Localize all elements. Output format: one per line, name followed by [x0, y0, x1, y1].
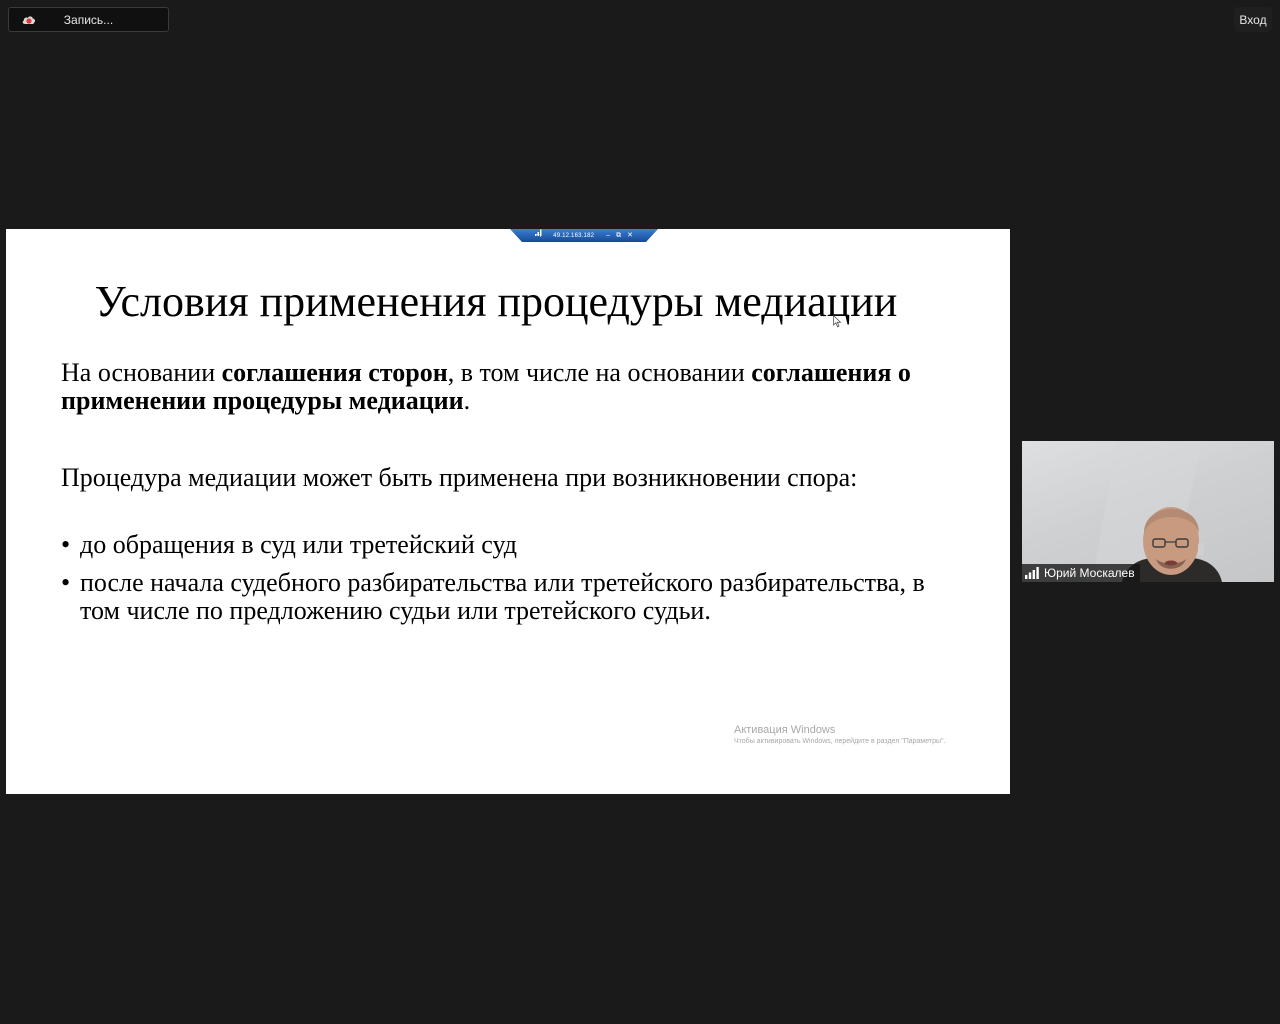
slide-bullet: • после начала судебного разбирательства…: [61, 569, 961, 625]
slide-paragraph-dispute: Процедура медиации может быть применена …: [61, 463, 858, 492]
close-icon[interactable]: ✕: [627, 232, 633, 239]
shared-screen: ⊣ 49.12.163.182 – ⧉ ✕ Условия применения…: [6, 229, 1010, 794]
login-button[interactable]: Вход: [1234, 7, 1272, 32]
participant-video-image: [1092, 441, 1222, 582]
participant-name: Юрий Москалев: [1044, 566, 1135, 580]
p1-text-e: .: [463, 386, 471, 415]
restore-icon[interactable]: ⧉: [616, 232, 621, 239]
bullet-marker: •: [61, 568, 71, 597]
slide-paragraph-agreement: На основании соглашения сторон, в том чи…: [61, 359, 961, 415]
bullet-marker: •: [61, 530, 71, 559]
signal-strength-icon: [1025, 567, 1039, 579]
bullet-text: до обращения в суд или третейский суд: [80, 530, 518, 559]
mouse-cursor-icon: [833, 315, 842, 328]
participant-name-tag: Юрий Москалев: [1022, 564, 1140, 582]
p1-text-a: На основании: [61, 358, 222, 387]
remote-address: 49.12.163.182: [553, 232, 595, 239]
connection-signal-icon: [535, 229, 542, 236]
p1-bold-parties: соглашения сторон: [221, 358, 448, 387]
remote-desktop-toolbar[interactable]: ⊣ 49.12.163.182 – ⧉ ✕: [510, 229, 658, 242]
participant-video-tile[interactable]: Юрий Москалев: [1022, 441, 1274, 582]
minimize-icon[interactable]: –: [606, 232, 610, 239]
bullet-text: после начала судебного разбирательства и…: [80, 568, 925, 625]
slide-bullet: • до обращения в суд или третейский суд: [61, 531, 961, 559]
watermark-title: Активация Windows: [734, 724, 836, 736]
watermark-subtitle: Чтобы активировать Windows, перейдите в …: [734, 738, 946, 745]
p1-text-c: , в том числе на основании: [447, 358, 752, 387]
windows-activation-watermark: Активация Windows Чтобы активировать Win…: [734, 724, 945, 747]
recording-label: Запись...: [63, 12, 114, 27]
recording-indicator[interactable]: Запись...: [8, 7, 169, 32]
